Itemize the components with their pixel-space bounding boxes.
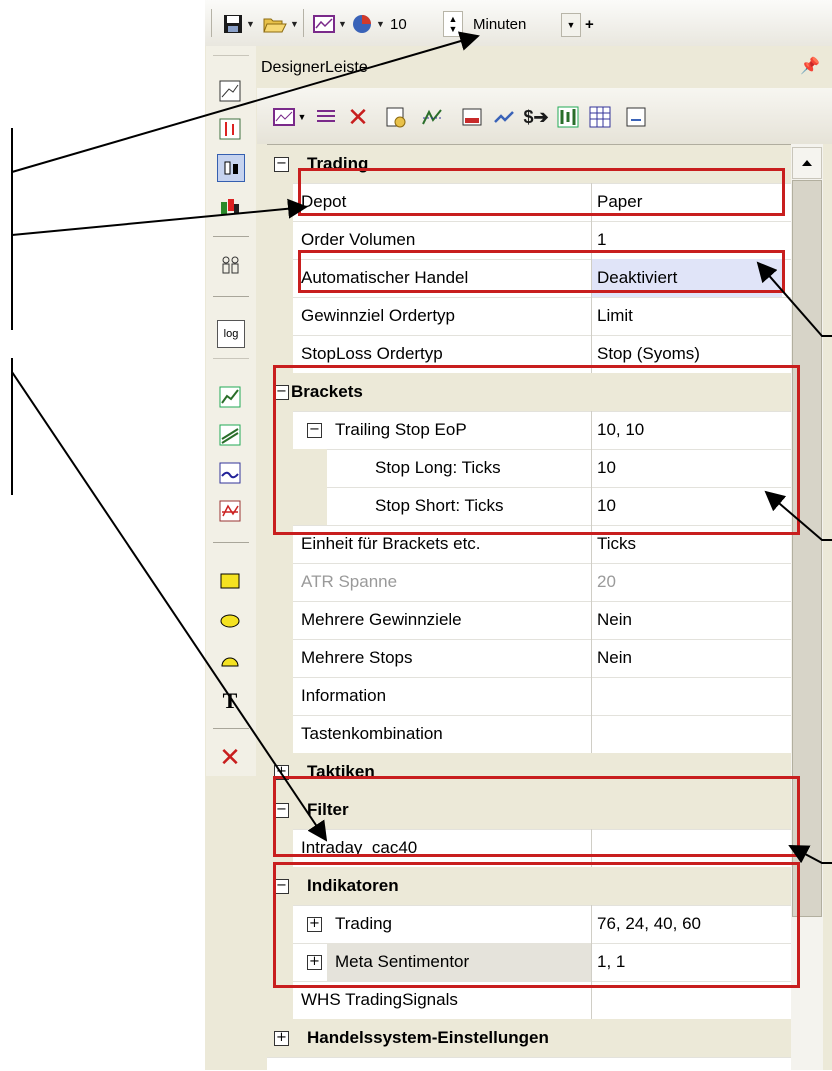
arrow-to-automatic-trading	[756, 261, 832, 337]
arrow-to-brackets	[764, 490, 832, 541]
arrow-to-interval	[11, 31, 480, 173]
arrow-to-whs	[11, 371, 328, 842]
annotation-arrows	[11, 31, 832, 864]
arrow-to-filter	[788, 845, 832, 864]
arrow-to-depot	[11, 198, 308, 236]
